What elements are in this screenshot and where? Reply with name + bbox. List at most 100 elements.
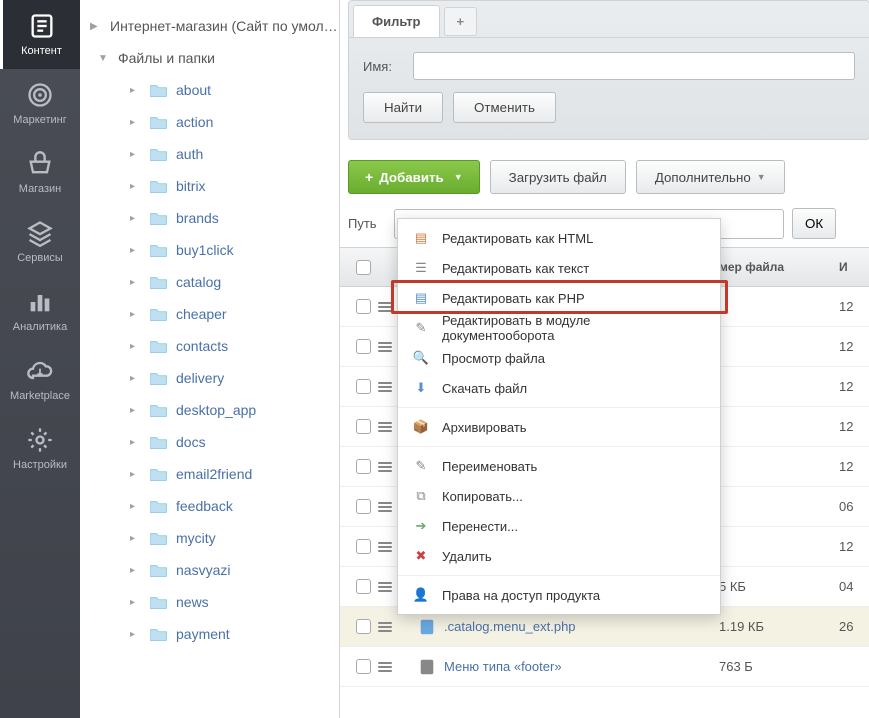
file-name[interactable]: Меню типа «footer» [408, 658, 719, 676]
sidebar-item-analytics[interactable]: Аналитика [0, 276, 80, 345]
html-icon: ▤ [412, 229, 430, 247]
sidebar-label: Сервисы [17, 252, 63, 264]
context-item-perm[interactable]: 👤Права на доступ продукта [398, 580, 720, 610]
context-item-copy[interactable]: ⧉Копировать... [398, 481, 720, 511]
sidebar-label: Маркетинг [13, 114, 66, 126]
caret-right-icon: ▸ [130, 373, 144, 384]
file-date: 04 [839, 579, 869, 594]
tree-folder[interactable]: ▸ mycity [80, 522, 339, 554]
row-checkbox[interactable] [356, 619, 371, 634]
tree-folder[interactable]: ▸news [80, 586, 339, 618]
tree-folder[interactable]: ▸docs [80, 426, 339, 458]
tree-root-files[interactable]: ▼ Файлы и папки [80, 42, 339, 74]
caret-right-icon: ▸ [130, 85, 144, 96]
file-name[interactable]: .catalog.menu_ext.php [408, 618, 719, 636]
tree-folder[interactable]: ▸buy1click [80, 234, 339, 266]
caret-right-icon: ▸ [130, 213, 144, 224]
download-icon: ⬇ [412, 379, 430, 397]
caret-right-icon: ▸ [130, 181, 144, 192]
tree-folder[interactable]: ▸ auth [80, 138, 339, 170]
sidebar-item-services[interactable]: Сервисы [0, 207, 80, 276]
stack-icon [26, 219, 54, 247]
caret-right-icon: ▸ [130, 501, 144, 512]
sidebar-item-settings[interactable]: Настройки [0, 414, 80, 483]
context-item-docflow[interactable]: ✎Редактировать в модуле документооборота [398, 313, 720, 343]
filter-tab[interactable]: Фильтр [353, 5, 440, 37]
tree-folder[interactable]: ▸contacts [80, 330, 339, 362]
context-item-move[interactable]: ➔Перенести... [398, 511, 720, 541]
select-all-checkbox[interactable] [356, 260, 371, 275]
tree-folder[interactable]: ▸catalog [80, 266, 339, 298]
context-label: Перенести... [442, 519, 518, 534]
target-icon [26, 81, 54, 109]
folder-label: auth [176, 146, 203, 162]
docflow-icon: ✎ [412, 319, 430, 337]
row-menu-button[interactable] [378, 622, 408, 632]
folder-label: brands [176, 210, 219, 226]
sidebar-item-marketing[interactable]: Маркетинг [0, 69, 80, 138]
filter-cancel-button[interactable]: Отменить [453, 92, 556, 123]
row-checkbox[interactable] [356, 459, 371, 474]
context-item-html[interactable]: ▤Редактировать как HTML [398, 223, 720, 253]
row-menu-button[interactable] [378, 662, 408, 672]
caret-right-icon: ▸ [130, 533, 144, 544]
menu-separator [398, 446, 720, 447]
more-button[interactable]: Дополнительно ▼ [636, 160, 785, 194]
row-checkbox[interactable] [356, 419, 371, 434]
menu-separator [398, 407, 720, 408]
caret-right-icon: ▸ [130, 405, 144, 416]
row-checkbox[interactable] [356, 499, 371, 514]
row-checkbox[interactable] [356, 659, 371, 674]
caret-right-icon: ▸ [130, 629, 144, 640]
tree-folder[interactable]: ▸desktop_app [80, 394, 339, 426]
tree-folder[interactable]: ▸feedback [80, 490, 339, 522]
tree-folder[interactable]: ▸cheaper [80, 298, 339, 330]
context-item-archive[interactable]: 📦Архивировать [398, 412, 720, 442]
tree-folder[interactable]: ▸ brands [80, 202, 339, 234]
caret-right-icon: ▸ [130, 469, 144, 480]
tree-folder[interactable]: ▸email2friend [80, 458, 339, 490]
context-label: Редактировать как текст [442, 261, 589, 276]
context-item-txt[interactable]: ☰Редактировать как текст [398, 253, 720, 283]
basket-icon [26, 150, 54, 178]
filter-find-button[interactable]: Найти [363, 92, 443, 123]
tree-root-site[interactable]: ▶ Интернет-магазин (Сайт по умол… [80, 10, 339, 42]
add-button[interactable]: + Добавить ▼ [348, 160, 480, 194]
path-ok-button[interactable]: ОК [792, 208, 836, 239]
context-label: Архивировать [442, 420, 527, 435]
row-checkbox[interactable] [356, 579, 371, 594]
row-checkbox[interactable] [356, 379, 371, 394]
caret-right-icon: ▸ [130, 149, 144, 160]
perm-icon: 👤 [412, 586, 430, 604]
folder-label: mycity [176, 530, 216, 546]
table-row[interactable]: Меню типа «footer»763 Б [340, 647, 869, 687]
tree-folder[interactable]: ▸delivery [80, 362, 339, 394]
tree-folder[interactable]: ▸bitrix [80, 170, 339, 202]
folder-label: contacts [176, 338, 228, 354]
context-item-download[interactable]: ⬇Скачать файл [398, 373, 720, 403]
filter-add-tab[interactable]: + [444, 7, 478, 36]
tree-folder[interactable]: ▸payment [80, 618, 339, 650]
row-checkbox[interactable] [356, 299, 371, 314]
sidebar-item-content[interactable]: Контент [0, 0, 80, 69]
filter-name-input[interactable] [413, 52, 855, 80]
tree-folder[interactable]: ▸nasvyazi [80, 554, 339, 586]
folder-label: catalog [176, 274, 221, 290]
row-checkbox[interactable] [356, 539, 371, 554]
context-item-php[interactable]: ▤Редактировать как PHP [398, 283, 720, 313]
file-size: 5 КБ [719, 579, 839, 594]
file-size: 1.19 КБ [719, 619, 839, 634]
tree-folder[interactable]: ▸about [80, 74, 339, 106]
context-item-rename[interactable]: ✎Переименовать [398, 451, 720, 481]
caret-right-icon: ▸ [130, 117, 144, 128]
tree-folder[interactable]: ▸action [80, 106, 339, 138]
row-checkbox[interactable] [356, 339, 371, 354]
context-item-view[interactable]: 🔍Просмотр файла [398, 343, 720, 373]
rename-icon: ✎ [412, 457, 430, 475]
context-item-delete[interactable]: ✖Удалить [398, 541, 720, 571]
sidebar-item-shop[interactable]: Магазин [0, 138, 80, 207]
filter-panel: Фильтр + Имя: Найти Отменить [348, 0, 869, 140]
folder-label: nasvyazi [176, 562, 230, 578]
sidebar-item-marketplace[interactable]: Marketplace [0, 345, 80, 414]
upload-button[interactable]: Загрузить файл [490, 160, 626, 194]
